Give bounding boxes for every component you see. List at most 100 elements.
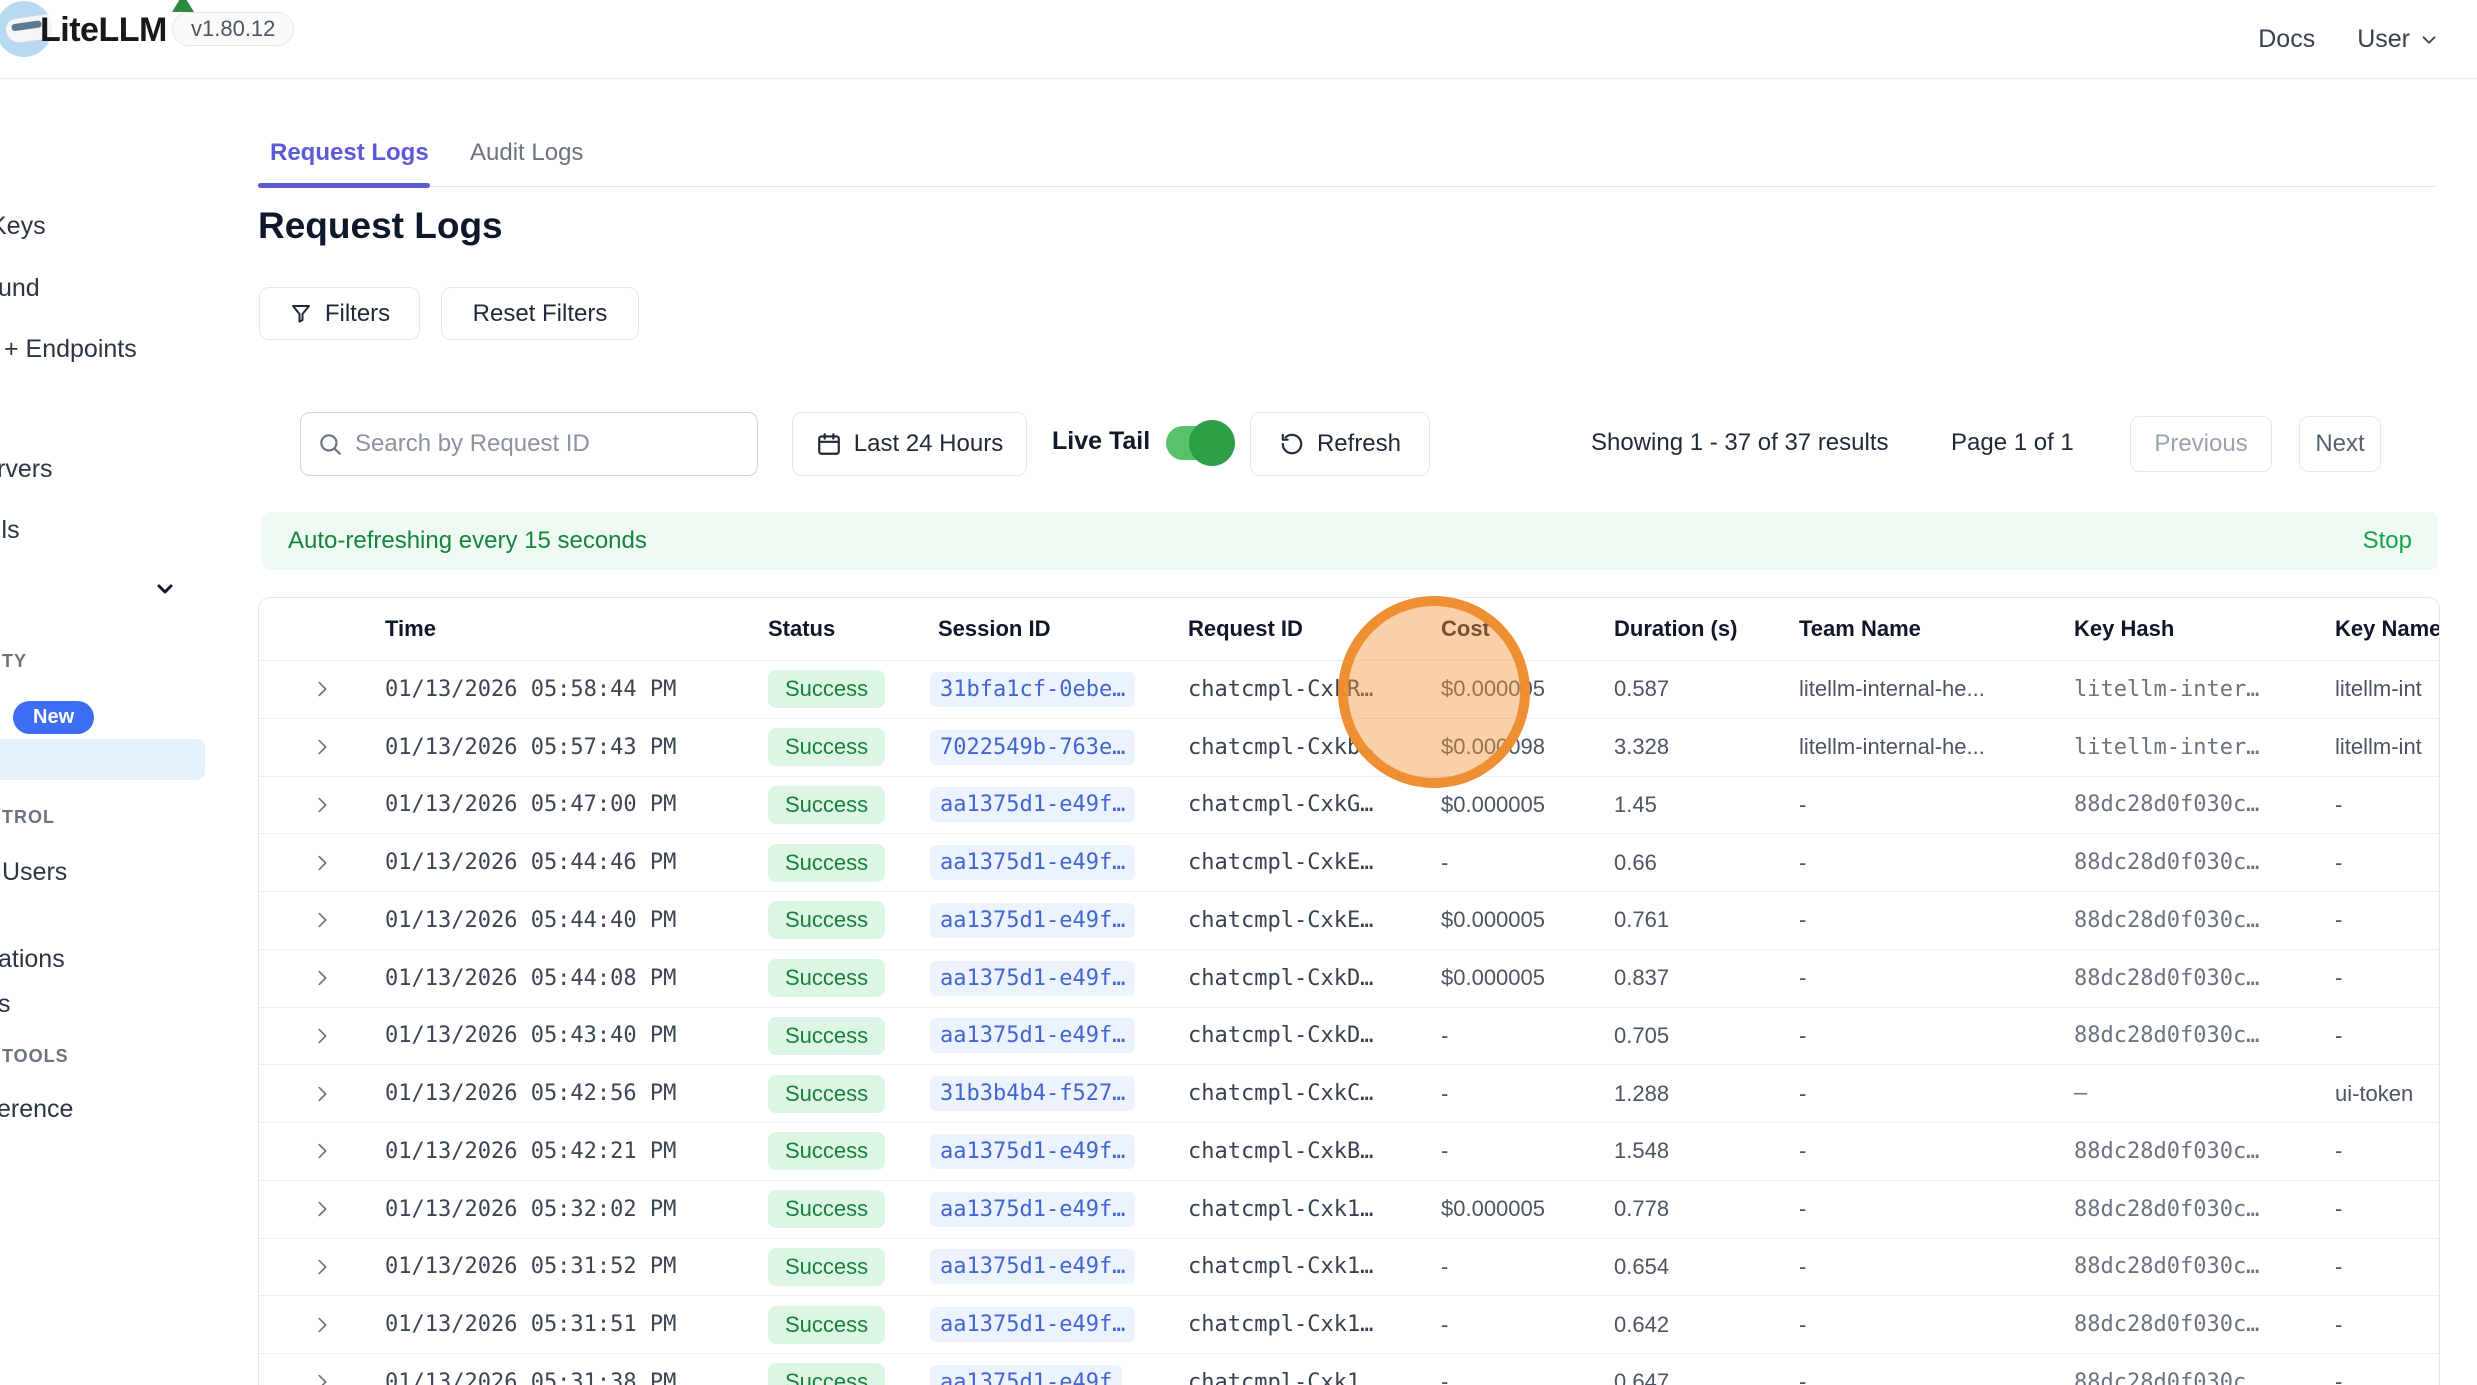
cost-cell: - xyxy=(1425,1081,1598,1107)
session-id-link[interactable]: aa1375d1-e49f… xyxy=(930,845,1135,880)
table-row[interactable]: 01/13/2026 05:31:52 PM Success aa1375d1-… xyxy=(259,1238,2439,1296)
table-row[interactable]: 01/13/2026 05:44:08 PM Success aa1375d1-… xyxy=(259,949,2439,1007)
table-row[interactable]: 01/13/2026 05:47:00 PM Success aa1375d1-… xyxy=(259,776,2439,834)
sidebar-item-teams[interactable]: s xyxy=(0,990,11,1019)
main-content: Request Logs Audit Logs Request Logs Fil… xyxy=(258,79,2477,1385)
table-row[interactable]: 01/13/2026 05:44:40 PM Success aa1375d1-… xyxy=(259,891,2439,949)
sidebar-item-keys[interactable]: Keys xyxy=(0,212,46,241)
duration-cell: 3.328 xyxy=(1598,734,1783,760)
expand-row-button[interactable] xyxy=(259,794,369,816)
table-row[interactable]: 01/13/2026 05:32:02 PM Success aa1375d1-… xyxy=(259,1180,2439,1238)
col-request-id: Request ID xyxy=(1172,616,1425,642)
table-row[interactable]: 01/13/2026 05:58:44 PM Success 31bfa1cf-… xyxy=(259,660,2439,718)
team-name-cell: litellm-internal-he... xyxy=(1783,734,2058,760)
user-menu[interactable]: User xyxy=(2357,25,2440,54)
auto-refresh-message: Auto-refreshing every 15 seconds xyxy=(288,527,647,555)
page-title: Request Logs xyxy=(258,205,503,247)
expand-row-button[interactable] xyxy=(259,736,369,758)
session-id-link[interactable]: aa1375d1-e49f… xyxy=(930,903,1135,938)
session-id-link[interactable]: aa1375d1-e49f… xyxy=(930,1018,1135,1053)
table-row[interactable]: 01/13/2026 05:43:40 PM Success aa1375d1-… xyxy=(259,1007,2439,1065)
tab-audit-logs[interactable]: Audit Logs xyxy=(470,139,583,167)
key-hash-cell: – xyxy=(2058,1081,2319,1106)
session-id-link[interactable]: aa1375d1-e49f… xyxy=(930,1307,1135,1342)
request-id-cell: chatcmpl-Cxk1 xyxy=(1172,1370,1425,1385)
sidebar-item-users[interactable]: Users xyxy=(2,858,67,887)
sidebar-item-servers[interactable]: rvers xyxy=(0,455,53,484)
table-body: 01/13/2026 05:58:44 PM Success 31bfa1cf-… xyxy=(259,660,2439,1385)
time-cell: 01/13/2026 05:31:38 PM xyxy=(369,1370,752,1385)
session-id-cell: aa1375d1-e49f… xyxy=(922,903,1172,938)
auto-refresh-banner: Auto-refreshing every 15 seconds Stop xyxy=(262,512,2438,570)
session-id-link[interactable]: aa1375d1-e49f… xyxy=(930,787,1135,822)
session-id-link[interactable]: aa1375d1-e49f… xyxy=(930,961,1135,996)
sidebar-item-guardrails[interactable]: ils xyxy=(0,516,20,545)
expand-row-button[interactable] xyxy=(259,1371,369,1385)
filters-button[interactable]: Filters xyxy=(259,287,420,340)
expand-row-button[interactable] xyxy=(259,1025,369,1047)
time-cell: 01/13/2026 05:57:43 PM xyxy=(369,735,752,760)
request-id-cell: chatcmpl-Cxkb… xyxy=(1172,735,1425,760)
session-id-link[interactable]: aa1375d1-e49f… xyxy=(930,1192,1135,1227)
session-id-link[interactable]: 7022549b-763e… xyxy=(930,730,1135,765)
table-row[interactable]: 01/13/2026 05:42:21 PM Success aa1375d1-… xyxy=(259,1122,2439,1180)
session-id-cell: 7022549b-763e… xyxy=(922,730,1172,765)
reset-filters-button[interactable]: Reset Filters xyxy=(441,287,639,340)
table-row[interactable]: 01/13/2026 05:44:46 PM Success aa1375d1-… xyxy=(259,833,2439,891)
expand-row-button[interactable] xyxy=(259,852,369,874)
session-id-link[interactable]: 31b3b4b4-f527… xyxy=(930,1076,1135,1111)
session-id-cell: 31bfa1cf-0ebe… xyxy=(922,672,1172,707)
status-cell: Success xyxy=(752,1075,922,1113)
sidebar-item-models-endpoints[interactable]: + Endpoints xyxy=(4,335,137,364)
table-row[interactable]: 01/13/2026 05:31:51 PM Success aa1375d1-… xyxy=(259,1295,2439,1353)
sidebar-collapse-chevron-icon[interactable] xyxy=(153,577,177,606)
session-id-link[interactable]: aa1375d1-e49f xyxy=(930,1365,1122,1385)
cost-cell: $0.000098 xyxy=(1425,734,1598,760)
live-tail-toggle[interactable] xyxy=(1166,426,1232,460)
sidebar-item-logs-selected[interactable] xyxy=(0,739,205,780)
table-row[interactable]: 01/13/2026 05:42:56 PM Success 31b3b4b4-… xyxy=(259,1064,2439,1122)
previous-page-button[interactable]: Previous xyxy=(2130,416,2272,472)
refresh-button[interactable]: Refresh xyxy=(1250,412,1430,476)
table-row[interactable]: 01/13/2026 05:31:38 PM Success aa1375d1-… xyxy=(259,1353,2439,1385)
time-cell: 01/13/2026 05:47:00 PM xyxy=(369,792,752,817)
status-cell: Success xyxy=(752,1306,922,1344)
request-id-cell: chatcmpl-CxkB… xyxy=(1172,1139,1425,1164)
table-header-row: Time Status Session ID Request ID Cost D… xyxy=(259,598,2439,660)
refresh-icon xyxy=(1279,431,1305,457)
sidebar-item-playground[interactable]: und xyxy=(0,274,40,303)
sidebar-item-inference[interactable]: erence xyxy=(0,1095,73,1124)
expand-row-button[interactable] xyxy=(259,1256,369,1278)
litellm-app: LiteLLM v1.80.12 Docs User Keys und + En… xyxy=(0,0,2477,1385)
expand-row-button[interactable] xyxy=(259,678,369,700)
expand-row-button[interactable] xyxy=(259,967,369,989)
cost-cell: - xyxy=(1425,1312,1598,1338)
request-id-cell: chatcmpl-CxkD… xyxy=(1172,1023,1425,1048)
time-range-button[interactable]: Last 24 Hours xyxy=(792,412,1027,476)
status-cell: Success xyxy=(752,1248,922,1286)
session-id-cell: aa1375d1-e49f… xyxy=(922,1018,1172,1053)
expand-row-button[interactable] xyxy=(259,1198,369,1220)
stop-auto-refresh-link[interactable]: Stop xyxy=(2363,527,2412,555)
status-badge: Success xyxy=(768,1248,885,1286)
status-badge: Success xyxy=(768,959,885,997)
time-cell: 01/13/2026 05:31:52 PM xyxy=(369,1254,752,1279)
next-page-button[interactable]: Next xyxy=(2299,416,2381,472)
sidebar-item-organizations[interactable]: ations xyxy=(0,945,65,974)
request-id-cell: chatcmpl-CxkD… xyxy=(1172,966,1425,991)
search-box[interactable] xyxy=(300,412,758,476)
expand-row-button[interactable] xyxy=(259,909,369,931)
search-input[interactable] xyxy=(355,430,741,458)
session-id-link[interactable]: aa1375d1-e49f… xyxy=(930,1249,1135,1284)
session-id-link[interactable]: aa1375d1-e49f… xyxy=(930,1134,1135,1169)
expand-row-button[interactable] xyxy=(259,1083,369,1105)
table-row[interactable]: 01/13/2026 05:57:43 PM Success 7022549b-… xyxy=(259,718,2439,776)
docs-link[interactable]: Docs xyxy=(2258,25,2315,54)
duration-cell: 1.548 xyxy=(1598,1138,1783,1164)
time-cell: 01/13/2026 05:31:51 PM xyxy=(369,1312,752,1337)
session-id-link[interactable]: 31bfa1cf-0ebe… xyxy=(930,672,1135,707)
tab-request-logs[interactable]: Request Logs xyxy=(270,139,429,167)
expand-row-button[interactable] xyxy=(259,1314,369,1336)
expand-row-button[interactable] xyxy=(259,1140,369,1162)
chevron-down-icon xyxy=(2418,29,2440,51)
